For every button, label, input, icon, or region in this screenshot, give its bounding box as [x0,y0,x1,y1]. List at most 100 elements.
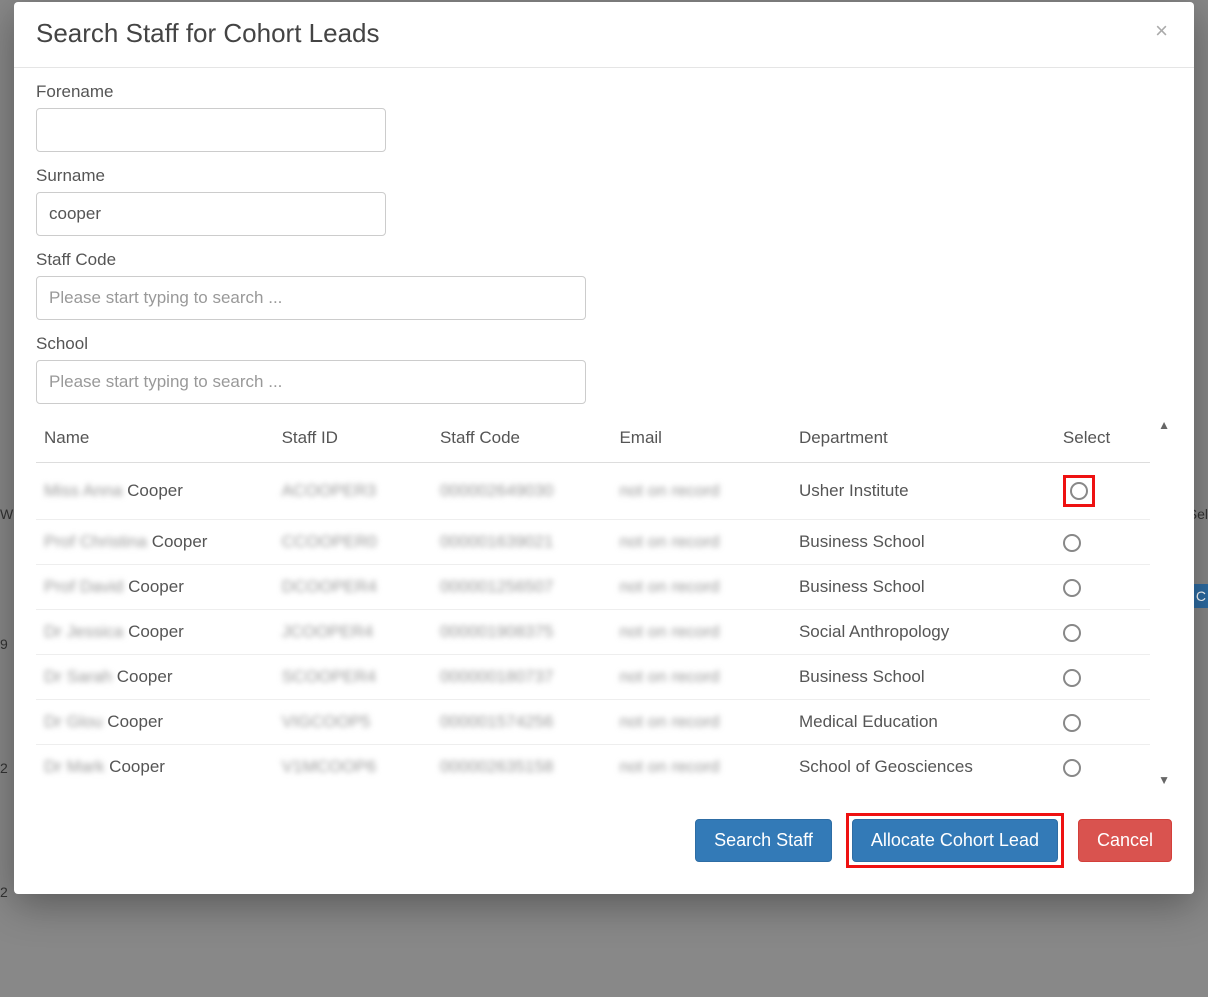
cell-select [1055,520,1150,565]
forename-input[interactable] [36,108,386,152]
cell-department: Business School [791,520,1055,565]
col-staff-code: Staff Code [432,418,612,463]
staff-code-hidden: 000001908375 [440,622,553,641]
cell-name: Miss Anna Cooper [36,463,274,520]
cell-staff-id: DCOOPER4 [274,565,432,610]
staff-id-hidden: CCOOPER0 [282,532,377,551]
table-row: Dr Glou Cooper VIGCOOP5 000001574256not on… [36,700,1150,745]
select-radio[interactable] [1063,534,1081,552]
cell-email: not on record [611,655,791,700]
close-icon[interactable]: × [1151,18,1172,44]
staff-id-hidden: VIGCOOP5 [282,712,371,731]
scroll-up-icon[interactable]: ▲ [1158,418,1170,432]
cell-staff-code: 000002649030 [432,463,612,520]
cell-staff-code: 000001908375 [432,610,612,655]
email-hidden: not on record [619,667,719,686]
table-row: Prof Christina Cooper CCOOPER0 00000163902… [36,520,1150,565]
results-table: Name Staff ID Staff Code Email Departmen… [36,418,1150,789]
name-hidden: Prof Christina [44,532,152,551]
cell-name: Dr Glou Cooper [36,700,274,745]
staff-code-group: Staff Code [36,250,1172,320]
cell-staff-id: V1MCOOP6 [274,745,432,790]
cell-select [1055,463,1150,520]
select-radio[interactable] [1063,669,1081,687]
scroll-down-icon[interactable]: ▼ [1158,773,1170,787]
col-department: Department [791,418,1055,463]
school-input[interactable] [36,360,586,404]
cell-staff-id: SCOOPER4 [274,655,432,700]
name-visible: Cooper [128,622,184,641]
staff-code-hidden: 000001256507 [440,577,553,596]
name-hidden: Dr Jessica [44,622,128,641]
select-radio[interactable] [1063,624,1081,642]
name-visible: Cooper [107,712,163,731]
table-row: Dr Mark CooperV1MCOOP6000002635158not on… [36,745,1150,790]
cancel-button[interactable]: Cancel [1078,819,1172,862]
name-visible: Cooper [109,757,165,776]
cell-staff-id: CCOOPER0 [274,520,432,565]
cell-staff-code: 000001256507 [432,565,612,610]
cell-department: Usher Institute [791,463,1055,520]
cell-email: not on record [611,700,791,745]
cell-department: Medical Education [791,700,1055,745]
col-staff-id: Staff ID [274,418,432,463]
cell-name: Dr Mark Cooper [36,745,274,790]
col-name: Name [36,418,274,463]
staff-id-hidden: SCOOPER4 [282,667,376,686]
name-visible: Cooper [117,667,173,686]
staff-id-hidden: ACOOPER3 [282,481,376,500]
email-hidden: not on record [619,622,719,641]
staff-code-hidden: 000000180737 [440,667,553,686]
modal-header: Search Staff for Cohort Leads × [14,2,1194,68]
cell-name: Prof Christina Cooper [36,520,274,565]
name-hidden: Dr Mark [44,757,109,776]
email-hidden: not on record [619,757,719,776]
cell-select [1055,655,1150,700]
staff-code-hidden: 000002649030 [440,481,553,500]
select-radio[interactable] [1063,759,1081,777]
col-select: Select [1055,418,1150,463]
cell-select [1055,745,1150,790]
surname-group: Surname [36,166,1172,236]
allocate-cohort-lead-button[interactable]: Allocate Cohort Lead [852,819,1058,862]
surname-input[interactable] [36,192,386,236]
cell-staff-id: VIGCOOP5 [274,700,432,745]
staff-id-hidden: V1MCOOP6 [282,757,376,776]
cell-name: Prof David Cooper [36,565,274,610]
select-radio[interactable] [1063,579,1081,597]
email-hidden: not on record [619,577,719,596]
select-radio[interactable] [1070,482,1088,500]
cell-name: Dr Sarah Cooper [36,655,274,700]
cell-email: not on record [611,520,791,565]
staff-code-input[interactable] [36,276,586,320]
staff-code-hidden: 000001639021 [440,532,553,551]
cell-staff-code: 000000180737 [432,655,612,700]
name-hidden: Prof David [44,577,128,596]
search-staff-modal: Search Staff for Cohort Leads × Forename… [14,2,1194,894]
staff-id-hidden: JCOOPER4 [282,622,374,641]
staff-id-hidden: DCOOPER4 [282,577,377,596]
select-highlight [1063,475,1095,507]
forename-label: Forename [36,82,1172,102]
search-staff-button[interactable]: Search Staff [695,819,832,862]
forename-group: Forename [36,82,1172,152]
name-hidden: Dr Sarah [44,667,117,686]
table-row: Miss Anna Cooper ACOOPER3 000002649030 not … [36,463,1150,520]
email-hidden: not on record [619,481,719,500]
cell-department: Business School [791,565,1055,610]
staff-code-label: Staff Code [36,250,1172,270]
name-hidden: Dr Glou [44,712,107,731]
cell-select [1055,565,1150,610]
modal-body: Forename Surname Staff Code School ▲ [14,68,1194,795]
allocate-highlight: Allocate Cohort Lead [846,813,1064,868]
cell-staff-id: ACOOPER3 [274,463,432,520]
cell-department: Social Anthropology [791,610,1055,655]
school-label: School [36,334,1172,354]
surname-label: Surname [36,166,1172,186]
cell-staff-code: 000001639021 [432,520,612,565]
cell-email: not on record [611,565,791,610]
cell-email: not on record [611,745,791,790]
name-visible: Cooper [127,481,183,500]
select-radio[interactable] [1063,714,1081,732]
cell-staff-code: 000001574256 [432,700,612,745]
